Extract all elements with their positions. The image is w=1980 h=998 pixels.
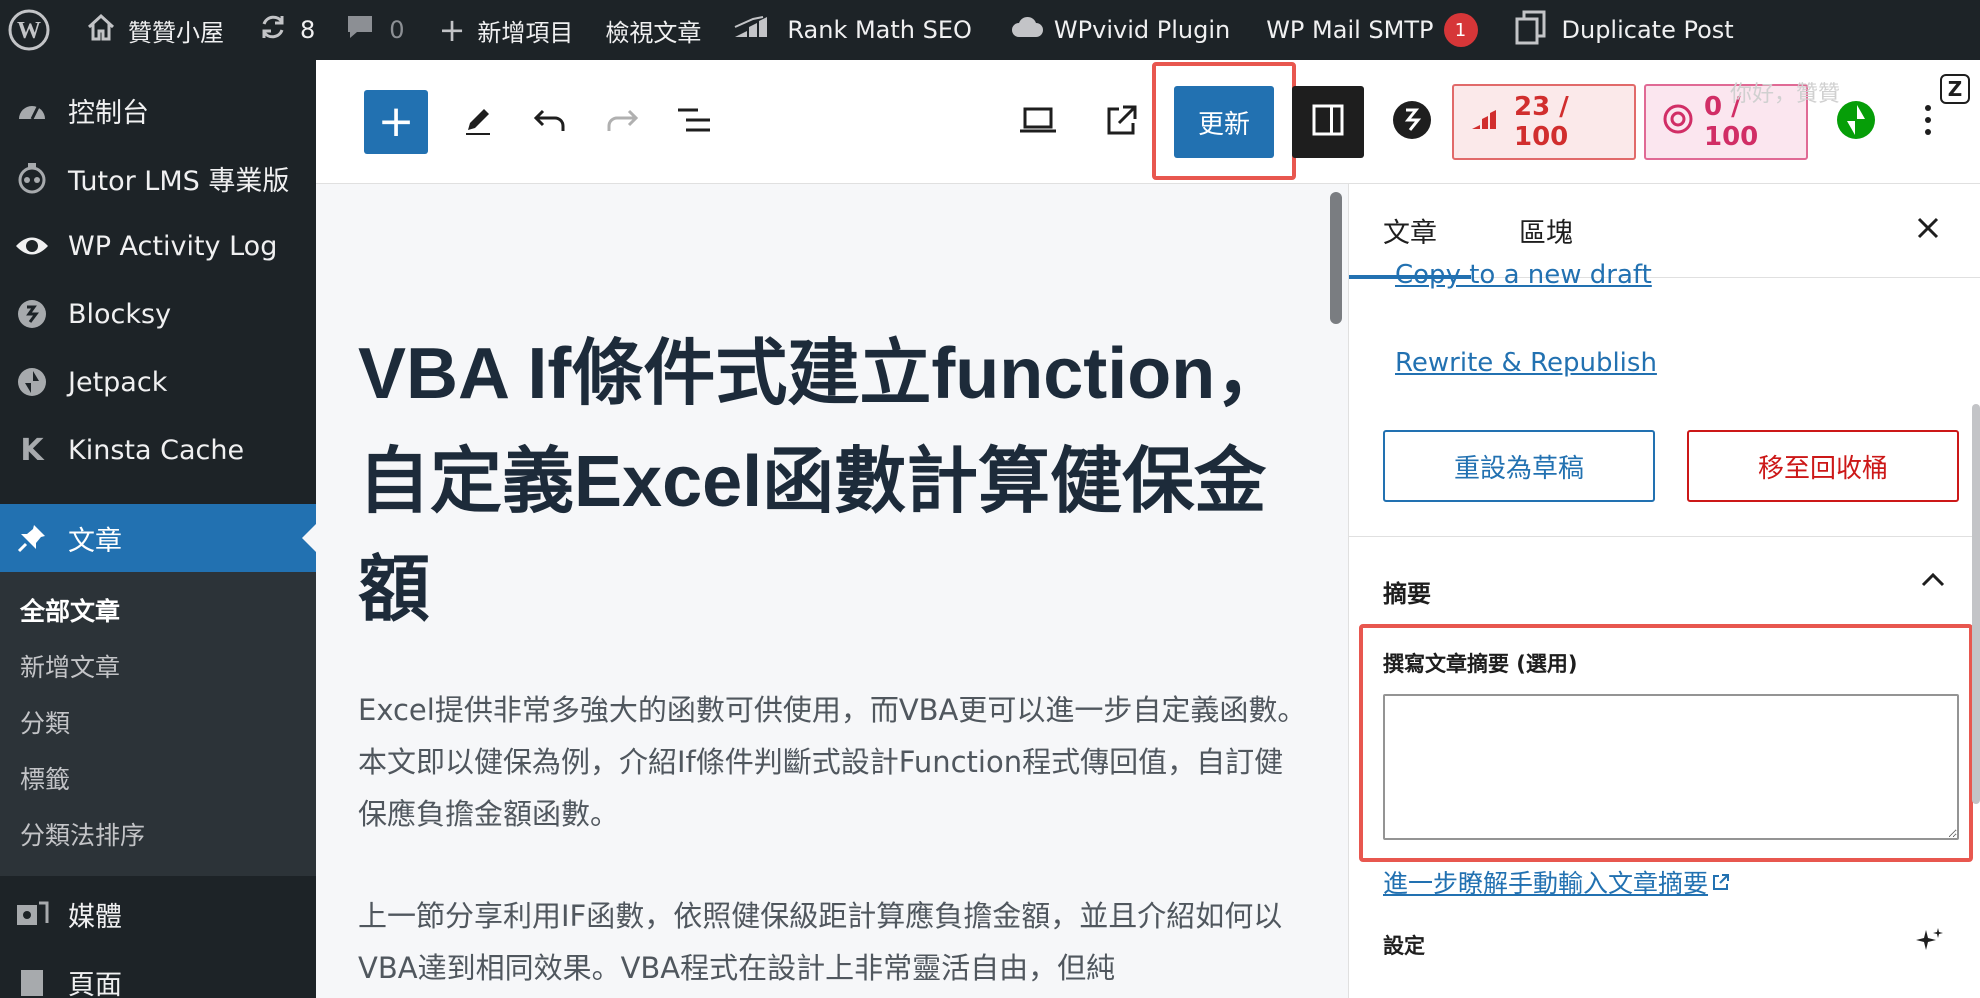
- plus-icon: +: [438, 11, 466, 49]
- preview-button[interactable]: [1010, 94, 1066, 150]
- external-link-icon: [1712, 868, 1730, 897]
- submenu-tags[interactable]: 標籤: [0, 750, 316, 806]
- rewrite-republish-link[interactable]: Rewrite & Republish: [1395, 348, 1657, 378]
- sidebar-item-dashboard[interactable]: 控制台: [0, 76, 316, 144]
- comment-bubble-icon: [345, 13, 375, 47]
- zoom-icon: Z: [1940, 74, 1970, 104]
- sidebar-item-media[interactable]: 媒體: [0, 880, 316, 948]
- vertical-ellipsis-icon: [1924, 104, 1932, 140]
- sidebar-item-jetpack[interactable]: Jetpack: [0, 348, 316, 416]
- settings-toggle-button[interactable]: [1292, 86, 1364, 158]
- wordpress-logo-icon[interactable]: W: [0, 0, 66, 60]
- blocksy-button[interactable]: [1384, 94, 1440, 150]
- paragraph-block[interactable]: Excel提供非常多強大的函數可供使用，而VBA更可以進一步自定義函數。本文即以…: [358, 684, 1308, 840]
- block-inserter-button[interactable]: +: [364, 90, 428, 154]
- plus-icon: +: [377, 96, 415, 147]
- laptop-icon: [1018, 106, 1058, 138]
- blocksy-icon: [14, 296, 50, 332]
- notification-badge: 1: [1443, 13, 1478, 47]
- rank-math-icon: [733, 13, 775, 47]
- paragraph-block[interactable]: 上一節分享利用IF函數，依照健保級距計算應負擔金額，並且介紹如何以VBA達到相同…: [358, 890, 1308, 994]
- kinsta-icon: K: [20, 432, 44, 468]
- view-post-button[interactable]: [1094, 94, 1150, 150]
- updates-link[interactable]: 8: [240, 0, 331, 60]
- chevron-up-icon[interactable]: [1920, 572, 1946, 592]
- switch-to-draft-button[interactable]: 重設為草稿: [1383, 430, 1655, 502]
- media-icon: [14, 896, 50, 932]
- sidebar-item-pages[interactable]: 頁面: [0, 948, 316, 998]
- home-icon: [86, 13, 116, 47]
- submenu-categories[interactable]: 分類: [0, 694, 316, 750]
- sidebar-item-kinsta-cache[interactable]: K Kinsta Cache: [0, 416, 316, 484]
- greeting-watermark: 你好，贊贊: [1730, 82, 1841, 107]
- sparkle-icon[interactable]: [1914, 926, 1946, 962]
- close-icon: [1916, 216, 1940, 247]
- comments-link[interactable]: 0: [331, 0, 420, 60]
- admin-bar: W 贊贊小屋 8 0 + 新增項目 檢視文章 Rank Math SEO WPv…: [0, 0, 1980, 60]
- undo-icon: [533, 107, 567, 137]
- redo-icon: [605, 107, 639, 137]
- copy-to-draft-link[interactable]: Copy to a new draft: [1395, 260, 1652, 290]
- duplicate-post-link[interactable]: Duplicate Post: [1494, 0, 1750, 60]
- sidebar-item-tutor-lms[interactable]: Tutor LMS 專業版: [0, 144, 316, 212]
- view-post-link[interactable]: 檢視文章: [589, 0, 717, 60]
- panel-scrollbar[interactable]: [1972, 404, 1980, 804]
- rank-math-score-button[interactable]: 23 / 100: [1452, 84, 1636, 160]
- rank-math-link[interactable]: Rank Math SEO: [717, 0, 988, 60]
- list-view-icon: [676, 106, 712, 138]
- posts-submenu: 全部文章 新增文章 分類 標籤 分類法排序: [0, 572, 316, 876]
- cloud-icon: [1010, 15, 1044, 45]
- excerpt-panel-title[interactable]: 摘要: [1383, 574, 1431, 609]
- pencil-icon: [462, 104, 494, 140]
- duplicate-icon: [1514, 9, 1548, 51]
- site-name-link[interactable]: 贊贊小屋: [66, 0, 240, 60]
- document-overview-button[interactable]: [666, 94, 722, 150]
- pin-icon: [14, 520, 50, 556]
- excerpt-help-link[interactable]: 進一步瞭解手動輸入文章摘要: [1383, 864, 1730, 900]
- close-sidebar-button[interactable]: [1905, 208, 1951, 254]
- panel-divider: [1349, 536, 1980, 537]
- canvas-scrollbar[interactable]: [1330, 192, 1342, 324]
- tools-button[interactable]: [450, 94, 506, 150]
- update-button[interactable]: 更新: [1174, 86, 1274, 158]
- editor-canvas: VBA If條件式建立function，自定義Excel函數計算健保金額 Exc…: [316, 184, 1348, 998]
- eye-icon: [14, 228, 50, 264]
- excerpt-label: 撰寫文章摘要 (選用): [1383, 652, 1578, 676]
- admin-sidebar: 控制台 Tutor LMS 專業版 WP Activity Log Blocks…: [0, 60, 316, 998]
- submenu-all-posts[interactable]: 全部文章: [0, 582, 316, 638]
- page-icon: [14, 964, 50, 998]
- sidebar-item-posts[interactable]: 文章: [0, 504, 316, 572]
- settings-sidebar: 文章 區塊 Copy to a new draft Rewrite & Repu…: [1348, 184, 1980, 998]
- dashboard-icon: [14, 92, 50, 128]
- svg-text:W: W: [17, 18, 41, 44]
- sidebar-item-blocksy[interactable]: Blocksy: [0, 280, 316, 348]
- move-to-trash-button[interactable]: 移至回收桶: [1687, 430, 1959, 502]
- tutor-icon: [14, 160, 50, 196]
- ai-icon: [1662, 103, 1694, 142]
- wpvivid-link[interactable]: WPvivid Plugin: [988, 0, 1246, 60]
- submenu-taxonomy-order[interactable]: 分類法排序: [0, 806, 316, 862]
- rank-math-icon: [1470, 107, 1504, 138]
- post-title[interactable]: VBA If條件式建立function，自定義Excel函數計算健保金額: [358, 320, 1298, 644]
- external-link-icon: [1105, 103, 1139, 141]
- jetpack-icon: [1835, 99, 1877, 145]
- editor-header: + 更新 23 / 100 0 / 100 你好，贊贊 Z: [316, 60, 1980, 184]
- new-item-link[interactable]: + 新增項目: [421, 0, 590, 60]
- jetpack-icon: [14, 364, 50, 400]
- excerpt-textarea[interactable]: [1383, 694, 1959, 840]
- refresh-icon: [258, 12, 288, 48]
- submenu-add-post[interactable]: 新增文章: [0, 638, 316, 694]
- sidebar-panel-icon: [1311, 103, 1345, 141]
- blocksy-icon: [1391, 99, 1433, 145]
- redo-button[interactable]: [594, 94, 650, 150]
- sidebar-item-wp-activity-log[interactable]: WP Activity Log: [0, 212, 316, 280]
- wp-mail-smtp-link[interactable]: WP Mail SMTP 1: [1246, 0, 1493, 60]
- settings-section-title[interactable]: 設定: [1383, 930, 1425, 960]
- undo-button[interactable]: [522, 94, 578, 150]
